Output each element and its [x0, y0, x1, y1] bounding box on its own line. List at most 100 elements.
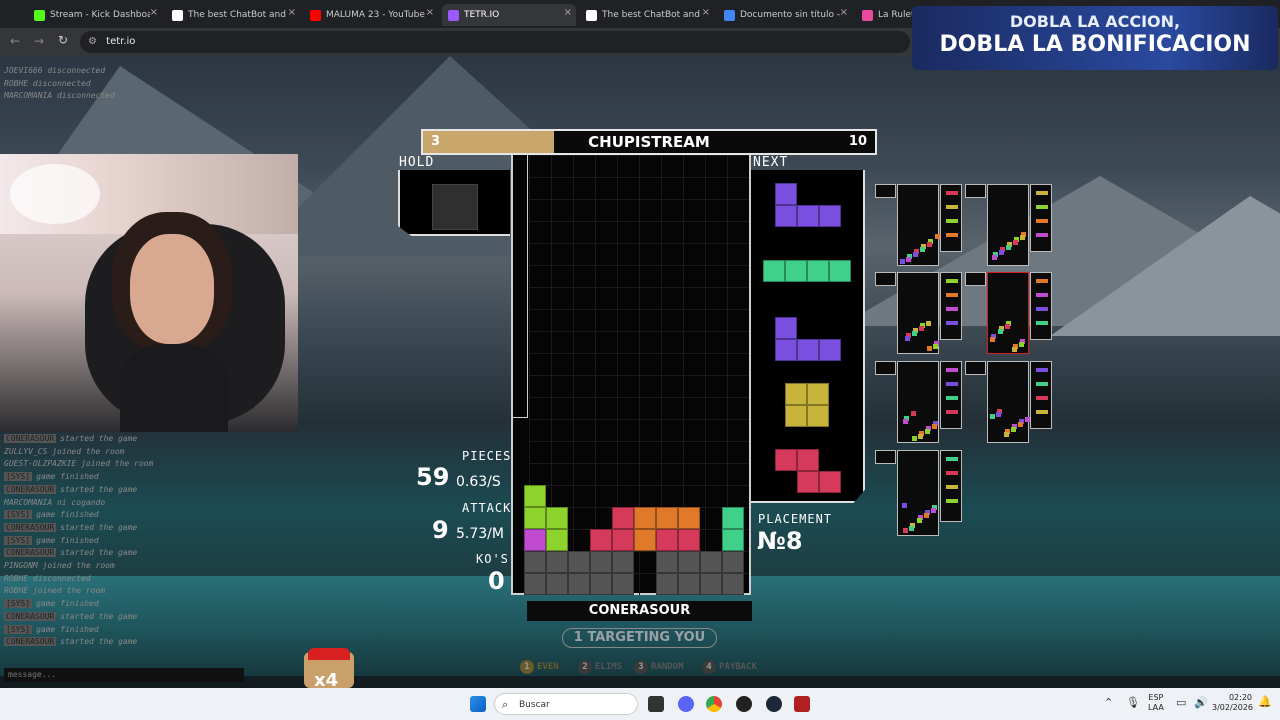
board-block	[524, 529, 546, 551]
chat-line: ZULLYV_CS joined the room	[4, 447, 124, 456]
chat-line: CONERASOUR started the game	[4, 484, 137, 494]
hold-box: HOLD	[398, 155, 510, 237]
tab-label: TETR.IO	[464, 10, 500, 20]
strategy-number: 3	[634, 660, 648, 674]
opponent-board	[897, 272, 939, 354]
chat-text: game finished	[36, 472, 99, 482]
address-bar[interactable]: ⚙ tetr.io	[80, 31, 910, 53]
strategy-payback-button[interactable]: 4 PAYBACK	[702, 660, 757, 674]
chat-text: started the game	[60, 611, 138, 621]
browser-tab[interactable]: The best ChatBot and Wi×	[580, 4, 714, 26]
notification-icon[interactable]: 🔔	[1258, 695, 1272, 708]
close-tab-icon[interactable]: ×	[150, 7, 158, 18]
board-block	[612, 507, 634, 529]
board-block	[722, 529, 744, 551]
next-piece-block	[775, 317, 797, 339]
windows-taskbar: ⌕ Buscar ⌃ 🎙 ESP LAA ▭ 🔊 02:20 3/02/2026…	[0, 688, 1280, 720]
close-tab-icon[interactable]: ×	[426, 7, 434, 18]
chevron-up-icon[interactable]: ⌃	[1104, 696, 1113, 709]
url-text: tetr.io	[106, 36, 136, 47]
chat-text: MARCOMANIA ni cogando	[4, 497, 106, 507]
start-icon[interactable]	[470, 696, 486, 712]
volume-icon[interactable]: 🔊	[1194, 696, 1208, 709]
board-block	[524, 551, 546, 573]
search-icon: ⌕	[502, 698, 509, 711]
network-icon[interactable]: ▭	[1176, 696, 1186, 709]
chat-line: ROBHE joined the room	[4, 586, 105, 595]
close-tab-icon[interactable]: ×	[840, 7, 848, 18]
discord-app-icon[interactable]	[678, 696, 694, 712]
board-block	[722, 507, 744, 529]
chat-line: CONERASOUR started the game	[4, 637, 138, 647]
steam-app-icon[interactable]	[766, 696, 782, 712]
chat-text: game finished	[36, 510, 99, 520]
chat-tag: CONERASOUR	[4, 611, 57, 621]
chat-message-input[interactable]: message...	[4, 668, 244, 682]
board-block	[524, 507, 546, 529]
browser-tab[interactable]: The best ChatBot and ×	[166, 4, 300, 26]
opponent-next-queue	[1030, 184, 1052, 252]
strategy-number: 4	[702, 660, 716, 674]
tab-label: The best ChatBot and	[188, 10, 286, 20]
chat-line: PINGONM joined the room	[4, 561, 115, 570]
close-tab-icon[interactable]: ×	[564, 7, 572, 18]
strategy-elims-button[interactable]: 2 ELIMS	[578, 660, 622, 674]
tab-favicon-icon	[862, 9, 873, 21]
opponent-board	[897, 450, 939, 536]
next-piece-block	[775, 183, 797, 205]
targeting-strategies: 1 EVEN 2 ELIMS 3 RANDOM 4 PAYBACK	[520, 660, 760, 678]
close-tab-icon[interactable]: ×	[288, 7, 296, 18]
back-icon[interactable]: ←	[10, 34, 20, 48]
microphone-icon[interactable]: 🎙	[1126, 696, 1140, 709]
chat-line: CONERASOUR started the game	[4, 522, 137, 532]
chat-line: JOEVI666 disconnected	[4, 66, 105, 75]
time-text: 02:20	[1228, 693, 1252, 702]
language-indicator[interactable]: ESP LAA	[1148, 693, 1164, 713]
reload-icon[interactable]: ↻	[58, 33, 68, 47]
opponent-hold	[965, 184, 986, 198]
next-piece-block	[775, 205, 797, 227]
clock[interactable]: 02:20 3/02/2026	[1212, 693, 1253, 713]
browser-tab[interactable]: MALUMA 23 - YouTube ×	[304, 4, 438, 26]
opponent-board	[897, 361, 939, 443]
board-block	[524, 485, 546, 507]
chrome-app-icon[interactable]	[706, 696, 722, 712]
tab-favicon-icon	[34, 9, 45, 21]
forward-icon[interactable]: →	[34, 34, 44, 48]
board-block	[678, 573, 700, 595]
chat-text: game finished	[36, 624, 99, 634]
board-block	[612, 551, 634, 573]
board-block	[722, 573, 744, 595]
strategy-random-button[interactable]: 3 RANDOM	[634, 660, 684, 674]
targeting-indicator: 1 TARGETING YOU	[562, 628, 717, 648]
kos-label: KO'S	[476, 552, 509, 566]
close-tab-icon[interactable]: ×	[702, 7, 710, 18]
site-info-icon[interactable]: ⚙	[88, 36, 97, 47]
chat-text: JOEVI666 disconnected	[4, 66, 106, 75]
obs-app-icon[interactable]	[736, 696, 752, 712]
opponent-next-queue	[1030, 272, 1052, 340]
browser-tab[interactable]: Documento sin título - Do×	[718, 4, 852, 26]
player-title: CHUPISTREAM	[588, 133, 710, 151]
taskbar-search[interactable]: ⌕ Buscar	[494, 693, 638, 715]
board-block	[634, 529, 656, 551]
browser-tab[interactable]: TETR.IO ×	[442, 4, 576, 26]
next-piece-block	[829, 260, 851, 282]
chat-line: ROBHE disconnected	[4, 574, 91, 583]
promo-line-1: DOBLA LA ACCION,	[1009, 12, 1181, 31]
task-view-icon[interactable]	[648, 696, 664, 712]
game-app-icon[interactable]	[794, 696, 810, 712]
chat-tag: CONERASOUR	[4, 548, 57, 558]
tab-favicon-icon	[310, 9, 321, 21]
strategy-even-button[interactable]: 1 EVEN	[520, 660, 559, 674]
chat-text: started the game	[60, 637, 138, 647]
strategy-label: RANDOM	[651, 662, 684, 672]
browser-tab[interactable]: La Ruleta	[856, 4, 916, 26]
board-block	[524, 573, 546, 595]
tab-favicon-icon	[448, 9, 459, 21]
pieces-value: 59	[416, 463, 450, 491]
strategy-label: EVEN	[537, 662, 559, 672]
browser-tab[interactable]: Stream - Kick Dashboard×	[28, 4, 162, 26]
next-piece-block	[819, 339, 841, 361]
placement-value: №8	[757, 527, 803, 555]
